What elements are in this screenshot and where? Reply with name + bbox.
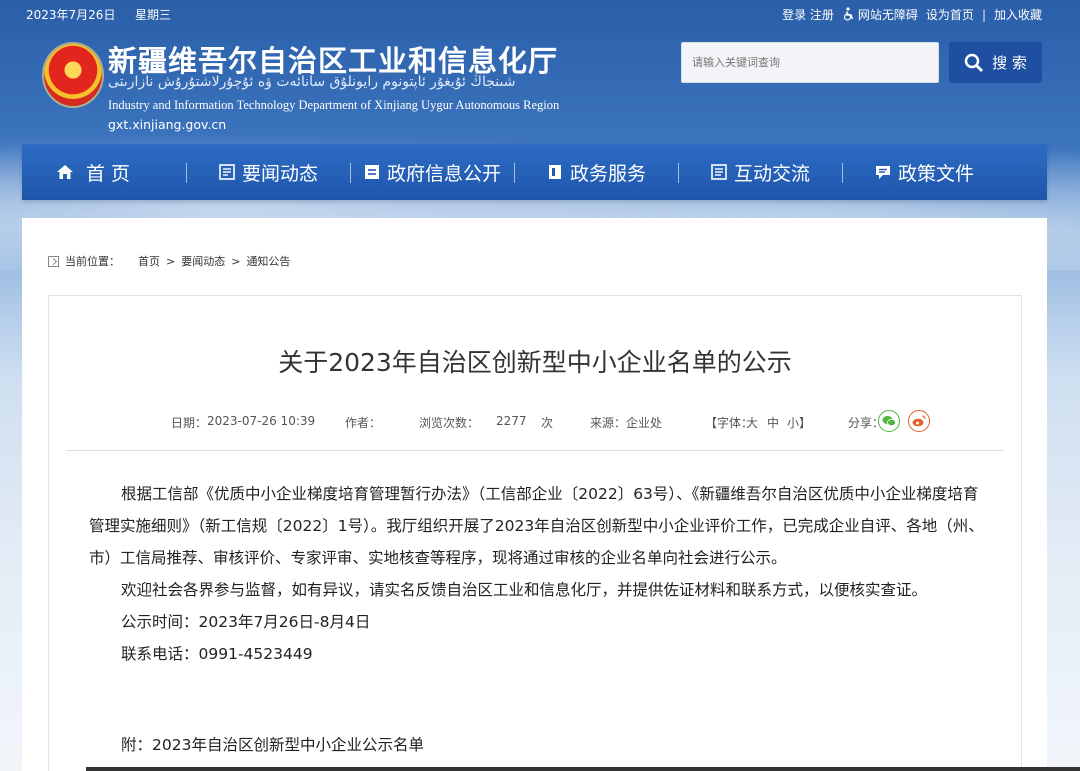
breadcrumb-label: 当前位置：: [65, 255, 120, 268]
body-paragraph: 根据工信部《优质中小企业梯度培育管理暂行办法》（工信部企业〔2022〕63号）、…: [89, 485, 984, 567]
interact-icon: [711, 164, 727, 180]
nav-news-label: 要闻动态: [241, 162, 318, 185]
current-weekday: 星期三: [135, 8, 172, 22]
nav-services-label: 政务服务: [569, 162, 646, 185]
accessibility-label: 网站无障碍: [857, 8, 918, 22]
weibo-icon: [912, 415, 926, 427]
search-button-label: 搜 索: [992, 54, 1027, 72]
content-panel: 当前位置： 首页 > 要闻动态 > 通知公告 关于2023年自治区创新型中小企业…: [22, 218, 1047, 771]
author-label: 作者：: [345, 416, 382, 430]
nav-gov-info-label: 政府信息公开: [386, 162, 501, 185]
nav-interact[interactable]: 互动交流: [678, 144, 842, 200]
search-button[interactable]: 搜 索: [949, 42, 1042, 83]
breadcrumb-news[interactable]: 要闻动态: [181, 253, 225, 269]
date-label: 日期：: [171, 416, 208, 430]
article-meta: 日期： 2023-07-26 10:39 作者： 浏览次数： 2277 次 来源…: [49, 410, 1023, 432]
accessibility-link[interactable]: 网站无障碍: [842, 6, 918, 23]
breadcrumb-separator: >: [166, 254, 176, 268]
breadcrumb-home[interactable]: 首页: [138, 253, 160, 269]
views-unit: 次: [541, 416, 554, 430]
source-value: 企业处: [626, 416, 663, 430]
breadcrumb-separator: >: [231, 254, 241, 268]
publish-date: 2023-07-26 10:39: [207, 414, 316, 428]
site-domain: gxt.xinjiang.gov.cn: [108, 117, 227, 132]
site-title-english: Industry and Information Technology Depa…: [108, 98, 560, 112]
meta-divider: [66, 450, 1004, 451]
nav-gov-info[interactable]: 政府信息公开: [350, 144, 514, 200]
nav-home[interactable]: 首 页: [22, 144, 186, 200]
breadcrumb-notices[interactable]: 通知公告: [246, 253, 290, 269]
info-icon: [364, 165, 379, 179]
contact-phone: 联系电话：0991-4523449: [121, 645, 313, 663]
share-weibo-button[interactable]: [908, 410, 930, 432]
top-links: 登录 注册 网站无障碍 设为首页 | 加入收藏: [782, 6, 1042, 23]
article-title: 关于2023年自治区创新型中小企业名单的公示: [278, 348, 792, 377]
set-homepage-link[interactable]: 设为首页: [926, 6, 974, 23]
publicity-period: 公示时间：2023年7月26日-8月4日: [121, 613, 371, 631]
breadcrumb: 当前位置： 首页 > 要闻动态 > 通知公告: [48, 253, 290, 269]
bookmark-link[interactable]: 加入收藏: [994, 6, 1042, 23]
horizontal-scrollbar[interactable]: [86, 767, 1080, 771]
nav-home-label: 首 页: [86, 162, 131, 185]
article-body: 根据工信部《优质中小企业梯度培育管理暂行办法》（工信部企业〔2022〕63号）、…: [89, 478, 989, 670]
source-label: 来源：: [590, 416, 627, 430]
share-wechat-button[interactable]: [878, 410, 900, 432]
search-icon: [964, 53, 984, 72]
attachment-link[interactable]: 附：2023年自治区创新型中小企业公示名单: [121, 733, 424, 755]
location-icon: [48, 255, 59, 267]
site-title-uyghur: شىنجاڭ ئۇيغۇر ئاپتونوم رايونلۇق سانائەت …: [108, 74, 516, 90]
body-paragraph: 欢迎社会各界参与监督，如有异议，请实名反馈自治区工业和信息化厅，并提供佐证材料和…: [121, 581, 928, 599]
nav-policy-label: 政策文件: [897, 162, 974, 185]
search-input[interactable]: [681, 42, 939, 83]
accessibility-icon: [843, 7, 854, 21]
font-small-button[interactable]: 小】: [787, 414, 811, 431]
top-bar: 2023年7月26日 星期三 登录 注册 网站无障碍 设为首页 | 加入收藏: [0, 0, 1080, 28]
font-medium-button[interactable]: 中: [767, 414, 779, 431]
home-icon: [57, 165, 73, 179]
main-nav: 首 页 要闻动态 政府信息公开 政务服务 互动交流 政策文件: [22, 144, 1047, 200]
service-icon: [548, 165, 561, 179]
national-emblem-logo[interactable]: [44, 44, 102, 106]
nav-services[interactable]: 政务服务: [514, 144, 678, 200]
login-register-link[interactable]: 登录 注册: [782, 6, 834, 23]
policy-icon: [875, 166, 890, 179]
font-large-button[interactable]: 大: [746, 414, 758, 431]
article: 关于2023年自治区创新型中小企业名单的公示 日期： 2023-07-26 10…: [48, 295, 1022, 771]
current-date: 2023年7月26日: [26, 8, 116, 22]
top-separator: |: [981, 7, 986, 22]
nav-news[interactable]: 要闻动态: [186, 144, 350, 200]
views-label: 浏览次数：: [419, 416, 480, 430]
view-count: 2277: [496, 414, 527, 428]
nav-policy[interactable]: 政策文件: [842, 144, 1006, 200]
wechat-icon: [882, 416, 896, 427]
nav-interact-label: 互动交流: [733, 162, 810, 185]
news-icon: [219, 164, 235, 180]
